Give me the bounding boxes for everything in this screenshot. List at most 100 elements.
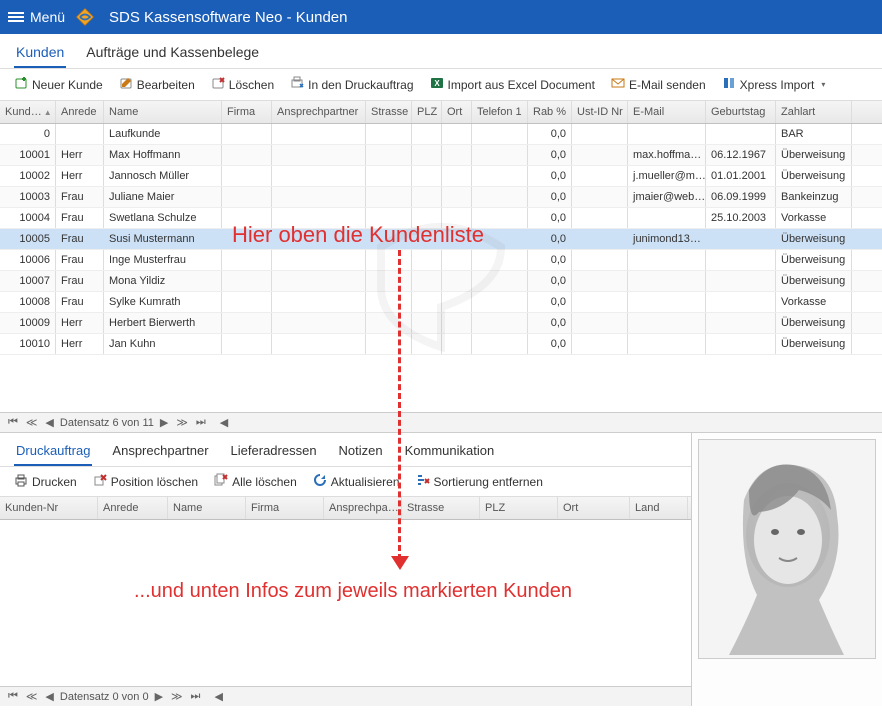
detail-col-header-5[interactable]: Strasse	[402, 497, 480, 519]
table-row[interactable]: 10007FrauMona Yildiz0,0Überweisung	[0, 271, 882, 292]
table-row[interactable]: 10009HerrHerbert Bierwerth0,0Überweisung	[0, 313, 882, 334]
cell-ort	[442, 229, 472, 249]
cell-ort	[442, 271, 472, 291]
cell-geb	[706, 229, 776, 249]
col-header-ustid[interactable]: Ust-ID Nr	[572, 101, 628, 123]
nav-prev-button[interactable]: ◀	[43, 416, 55, 429]
cell-kundnr: 10006	[0, 250, 56, 270]
cell-rab: 0,0	[528, 292, 572, 312]
nav-prevpage-button[interactable]: ≪	[24, 416, 40, 429]
delete-button[interactable]: Löschen	[205, 73, 280, 96]
cell-anrede: Frau	[56, 208, 104, 228]
table-row[interactable]: 10004FrauSwetlana Schulze0,025.10.2003Vo…	[0, 208, 882, 229]
cell-ustid	[572, 250, 628, 270]
table-row[interactable]: 10006FrauInge Musterfrau0,0Überweisung	[0, 250, 882, 271]
col-header-name[interactable]: Name	[104, 101, 222, 123]
col-header-rab[interactable]: Rab %	[528, 101, 572, 123]
print-button[interactable]: Drucken	[8, 470, 83, 493]
refresh-button[interactable]: Aktualisieren	[307, 470, 406, 493]
menu-button[interactable]: Menü	[8, 9, 65, 25]
edit-button[interactable]: Bearbeiten	[113, 73, 201, 96]
nav-first-button[interactable]: ⏮	[6, 416, 20, 429]
nav-scroll-left-button[interactable]: ◀	[218, 416, 230, 429]
delete-pos-icon	[93, 473, 107, 490]
detail-col-header-3[interactable]: Firma	[246, 497, 324, 519]
cell-email	[628, 313, 706, 333]
dnav-prev-button[interactable]: ◀	[43, 690, 55, 703]
detail-col-header-6[interactable]: PLZ	[480, 497, 558, 519]
cell-plz	[412, 124, 442, 144]
col-header-ort[interactable]: Ort	[442, 101, 472, 123]
dnav-scroll-left-button[interactable]: ◀	[212, 690, 224, 703]
col-header-ansprech[interactable]: Ansprechpartner	[272, 101, 366, 123]
cell-email: jmaier@web…	[628, 187, 706, 207]
cell-ort	[442, 124, 472, 144]
new-customer-button[interactable]: Neuer Kunde	[8, 73, 109, 96]
table-row[interactable]: 10005FrauSusi Mustermann0,0junimond13…Üb…	[0, 229, 882, 250]
clear-sort-button[interactable]: Sortierung entfernen	[410, 470, 549, 493]
detail-col-header-7[interactable]: Ort	[558, 497, 630, 519]
table-row[interactable]: 0Laufkunde0,0BAR	[0, 124, 882, 145]
detail-col-header-4[interactable]: Ansprechpa…	[324, 497, 402, 519]
cell-ansprech	[272, 187, 366, 207]
detail-col-header-2[interactable]: Name	[168, 497, 246, 519]
cell-anrede: Frau	[56, 229, 104, 249]
delete-icon	[211, 76, 225, 93]
cell-zahlart: Vorkasse	[776, 292, 852, 312]
cell-anrede: Herr	[56, 166, 104, 186]
detail-panel: Druckauftrag Ansprechpartner Lieferadresse…	[0, 433, 882, 706]
dropdown-caret-icon: ▾	[821, 80, 825, 89]
dnav-first-button[interactable]: ⏮	[6, 690, 20, 703]
table-row[interactable]: 10010HerrJan Kuhn0,0Überweisung	[0, 334, 882, 355]
delete-all-button[interactable]: Alle löschen	[208, 470, 303, 493]
nav-next-button[interactable]: ▶	[158, 416, 170, 429]
cell-name: Laufkunde	[104, 124, 222, 144]
cell-geb	[706, 250, 776, 270]
customer-portrait[interactable]	[698, 439, 876, 659]
detail-tab-1[interactable]: Ansprechpartner	[110, 439, 210, 466]
col-header-strasse[interactable]: Strasse	[366, 101, 412, 123]
table-row[interactable]: 10008FrauSylke Kumrath0,0Vorkasse	[0, 292, 882, 313]
dnav-last-button[interactable]: ⏭	[189, 690, 203, 703]
cell-geb	[706, 271, 776, 291]
dnav-prevpage-button[interactable]: ≪	[24, 690, 40, 703]
table-row[interactable]: 10002HerrJannosch Müller0,0j.mueller@m…0…	[0, 166, 882, 187]
import-excel-button[interactable]: XImport aus Excel Document	[424, 73, 601, 96]
dnav-next-button[interactable]: ▶	[153, 690, 165, 703]
window-title: SDS Kassensoftware Neo - Kunden	[109, 9, 347, 26]
grid-footer: ⏮ ≪ ◀ Datensatz 6 von 11 ▶ ≫ ⏭ ◀	[0, 412, 882, 432]
to-printqueue-button[interactable]: In den Druckauftrag	[284, 73, 419, 96]
col-header-firma[interactable]: Firma	[222, 101, 272, 123]
col-header-anrede[interactable]: Anrede	[56, 101, 104, 123]
detail-tab-0[interactable]: Druckauftrag	[14, 439, 92, 466]
detail-tab-3[interactable]: Notizen	[337, 439, 385, 466]
table-row[interactable]: 10001HerrMax Hoffmann0,0max.hoffma…06.12…	[0, 145, 882, 166]
cell-ort	[442, 313, 472, 333]
col-header-geb[interactable]: Geburtstag	[706, 101, 776, 123]
cell-ansprech	[272, 292, 366, 312]
col-header-kundnr[interactable]: Kund…▲	[0, 101, 56, 123]
nav-last-button[interactable]: ⏭	[194, 416, 208, 429]
cell-kundnr: 10008	[0, 292, 56, 312]
cell-plz	[412, 334, 442, 354]
table-row[interactable]: 10003FrauJuliane Maier0,0jmaier@web…06.0…	[0, 187, 882, 208]
col-header-tel1[interactable]: Telefon 1	[472, 101, 528, 123]
send-email-button[interactable]: E-Mail senden	[605, 73, 712, 96]
col-header-plz[interactable]: PLZ	[412, 101, 442, 123]
col-header-zahlart[interactable]: Zahlart	[776, 101, 852, 123]
col-header-email[interactable]: E-Mail	[628, 101, 706, 123]
detail-col-header-8[interactable]: Land	[630, 497, 688, 519]
dnav-nextpage-button[interactable]: ≫	[169, 690, 185, 703]
detail-tab-2[interactable]: Lieferadressen	[229, 439, 319, 466]
cell-ort	[442, 187, 472, 207]
detail-col-header-1[interactable]: Anrede	[98, 497, 168, 519]
cell-zahlart: BAR	[776, 124, 852, 144]
nav-nextpage-button[interactable]: ≫	[174, 416, 190, 429]
cell-kundnr: 10010	[0, 334, 56, 354]
detail-col-header-0[interactable]: Kunden-Nr	[0, 497, 98, 519]
delete-position-button[interactable]: Position löschen	[87, 470, 204, 493]
detail-tab-4[interactable]: Kommunikation	[403, 439, 497, 466]
xpress-import-button[interactable]: Xpress Import▾	[716, 73, 832, 96]
main-tab-1[interactable]: Aufträge und Kassenbelege	[84, 40, 261, 68]
main-tab-0[interactable]: Kunden	[14, 40, 66, 68]
